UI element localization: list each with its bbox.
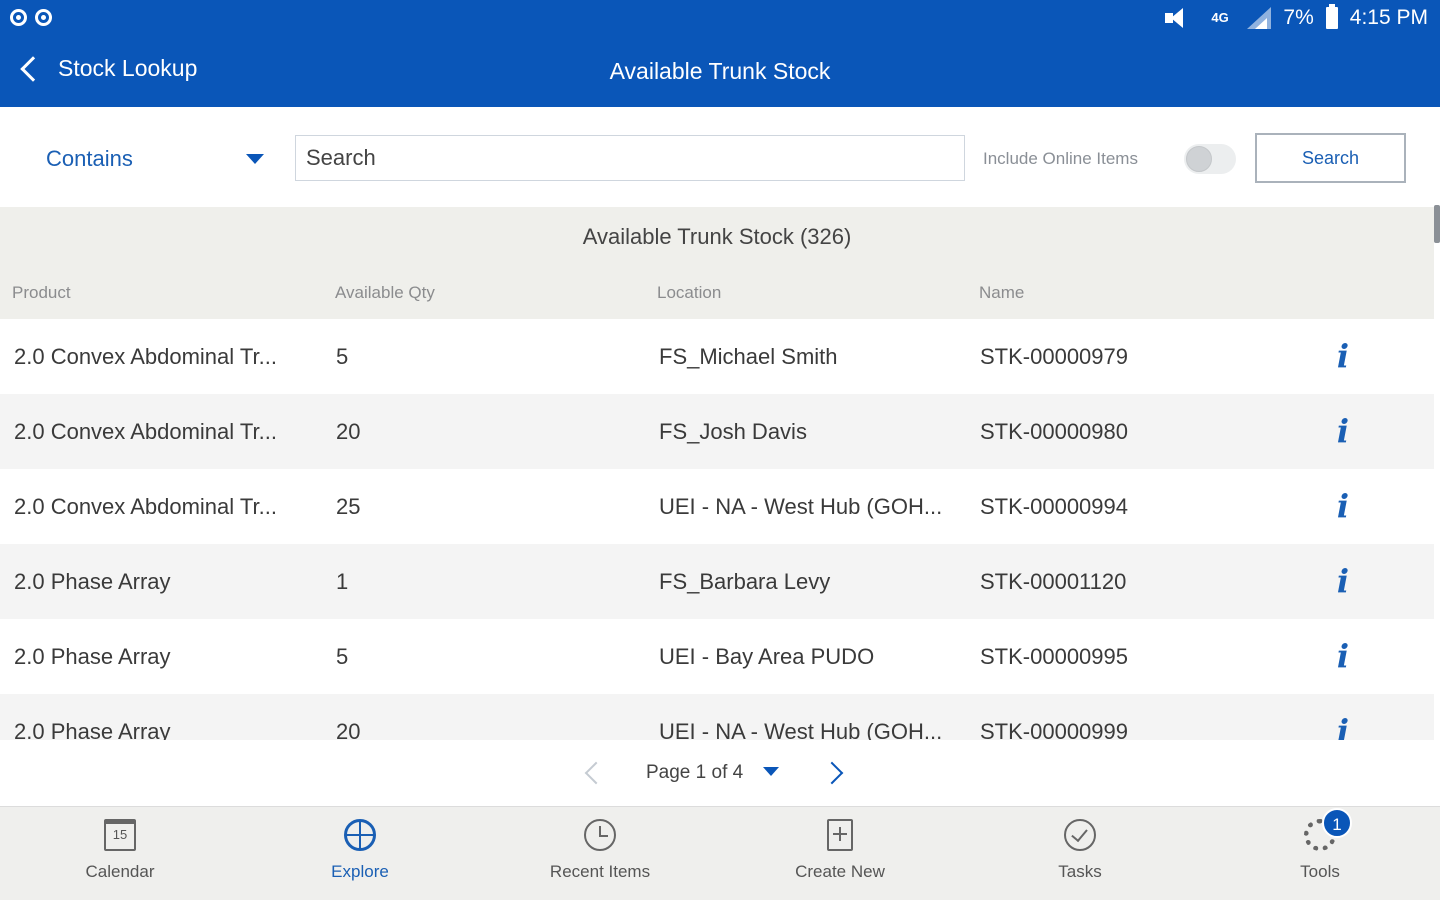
table-row[interactable]: 2.0 Phase Array 1 FS_Barbara Levy STK-00… [0,544,1434,619]
cell-qty: 20 [336,419,361,444]
cell-product: 2.0 Convex Abdominal Tr... [14,419,277,444]
cell-location: UEI - NA - West Hub (GOH... [659,719,943,740]
search-button[interactable]: Search [1255,133,1406,183]
tab-label: Calendar [85,862,155,881]
cell-qty: 5 [336,344,349,369]
table-row[interactable]: 2.0 Phase Array 20 UEI - NA - West Hub (… [0,694,1434,740]
cell-name: STK-00000994 [980,494,1128,519]
pagination: Page 1 of 4 [0,745,1440,803]
column-header-name[interactable]: Name [979,283,1024,303]
battery-percent: 7% [1283,6,1314,29]
cell-product: 2.0 Phase Array [14,644,171,669]
mute-icon [1163,7,1199,29]
cell-location: FS_Michael Smith [659,344,838,369]
cell-name: STK-00001120 [980,569,1127,594]
table-header: Product Available Qty Location Name [0,267,1434,319]
tab-tools[interactable]: Tools [1200,807,1440,901]
scrollbar-thumb[interactable] [1434,205,1440,243]
table-body: 2.0 Convex Abdominal Tr... 5 FS_Michael … [0,319,1434,740]
caret-down-icon [246,154,264,164]
previous-page-icon[interactable] [584,761,608,785]
status-notifications [10,9,52,26]
cell-product: 2.0 Phase Array [14,719,171,740]
tools-notification-badge: 1 [1322,808,1352,838]
cell-product: 2.0 Phase Array [14,569,171,594]
filter-bar: Contains Include Online Items Search [0,107,1440,207]
calendar-icon: 15 [104,819,136,851]
search-input[interactable] [295,135,965,181]
info-icon[interactable]: i [1325,544,1361,619]
next-page-icon[interactable] [820,761,844,785]
cell-product: 2.0 Convex Abdominal Tr... [14,494,277,519]
info-icon[interactable]: i [1325,394,1361,469]
info-icon[interactable]: i [1325,319,1361,394]
cell-qty: 5 [336,644,349,669]
stock-table: Available Trunk Stock (326) Product Avai… [0,207,1434,740]
table-row[interactable]: 2.0 Convex Abdominal Tr... 5 FS_Michael … [0,319,1434,394]
column-header-available-qty[interactable]: Available Qty [335,283,435,303]
cell-location: UEI - Bay Area PUDO [659,644,875,669]
table-row[interactable]: 2.0 Phase Array 5 UEI - Bay Area PUDO ST… [0,619,1434,694]
bottom-tab-bar: 15 Calendar Explore Recent Items Create … [0,806,1440,900]
tab-calendar[interactable]: 15 Calendar [0,807,240,901]
cell-location: FS_Barbara Levy [659,569,831,594]
table-row[interactable]: 2.0 Convex Abdominal Tr... 20 FS_Josh Da… [0,394,1434,469]
create-icon [827,819,853,851]
clock: 4:15 PM [1349,6,1428,29]
status-bar: 4G 7% 4:15 PM [0,0,1440,38]
page-title: Available Trunk Stock [609,58,831,84]
match-mode-select[interactable]: Contains [46,139,266,179]
chevron-left-icon [20,55,46,82]
cell-name: STK-00000980 [980,419,1128,444]
back-label: Stock Lookup [58,55,198,81]
cell-name: STK-00000979 [980,344,1128,369]
cell-qty: 25 [336,494,361,519]
tab-label: Tools [1300,862,1340,881]
cell-product: 2.0 Convex Abdominal Tr... [14,344,277,369]
cell-location: FS_Josh Davis [659,419,807,444]
recent-icon [584,819,616,851]
notification-dot-icon [10,9,27,26]
cell-name: STK-00000999 [980,719,1128,740]
column-header-location[interactable]: Location [657,283,721,303]
table-caption: Available Trunk Stock (326) [0,207,1434,267]
match-mode-value: Contains [46,146,133,171]
include-online-toggle[interactable] [1184,144,1236,174]
cell-qty: 1 [336,569,349,594]
tab-tasks[interactable]: Tasks [960,807,1200,901]
info-icon[interactable]: i [1325,694,1361,740]
battery-icon [1325,4,1338,29]
cell-name: STK-00000995 [980,644,1128,669]
include-online-label: Include Online Items [983,149,1138,168]
signal-icon [1247,7,1272,29]
page-indicator: Page 1 of 4 [646,762,744,783]
data-network-icon: 4G [1211,10,1229,25]
globe-icon [344,819,376,851]
tab-create-new[interactable]: Create New [720,807,960,901]
info-icon[interactable]: i [1325,469,1361,544]
back-button[interactable]: Stock Lookup [18,55,197,82]
page-select-caret-icon[interactable] [763,767,779,776]
tasks-icon [1064,819,1096,851]
cell-qty: 20 [336,719,361,740]
app-bar: 4G 7% 4:15 PM Stock Lookup Available Tru… [0,0,1440,107]
toggle-knob [1186,146,1212,172]
tab-recent-items[interactable]: Recent Items [480,807,720,901]
table-row[interactable]: 2.0 Convex Abdominal Tr... 25 UEI - NA -… [0,469,1434,544]
tab-label: Tasks [1058,862,1102,881]
tab-explore[interactable]: Explore [240,807,480,901]
tab-label: Create New [795,862,885,881]
info-icon[interactable]: i [1325,619,1361,694]
tab-label: Explore [331,862,389,881]
tab-label: Recent Items [549,862,651,881]
status-indicators: 4G 7% 4:15 PM [1163,4,1428,30]
column-header-product[interactable]: Product [12,283,71,303]
notification-dot-icon [35,9,52,26]
cell-location: UEI - NA - West Hub (GOH... [659,494,943,519]
